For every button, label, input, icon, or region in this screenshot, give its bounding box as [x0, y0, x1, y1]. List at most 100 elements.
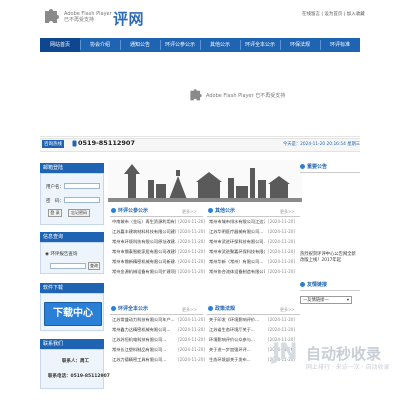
list-item-date: [2024-11-20]: [178, 249, 205, 254]
page: Adobe Flash Player 已不再受支持 评网 在线留言 | 设为首页…: [0, 0, 400, 400]
list-item[interactable]: 生态环境部关于发布...: [209, 357, 265, 363]
query-button[interactable]: 查询: [88, 262, 100, 270]
list-item[interactable]: 常州市鼎泰智能家居有限公司改建项目...: [112, 249, 176, 255]
list-item-date: [2024-11-20]: [268, 269, 295, 274]
contact-person: 联系人：周工: [62, 359, 89, 364]
list-item-date: [2024-11-20]: [178, 347, 205, 352]
forgot-password-button[interactable]: 忘记密码: [68, 209, 90, 217]
list-item-date: [2024-11-20]: [178, 357, 205, 362]
list-item[interactable]: 环境影响评价公众参与...: [209, 337, 265, 343]
notice-text[interactable]: 热烈祝贺环评中心公告网全新改版上线！2017年起: [300, 252, 360, 264]
bullet-icon: [208, 208, 213, 213]
hotline-label: 咨询热线: [42, 140, 64, 148]
top-links[interactable]: 在线留言 | 设为首页 | 加入收藏: [302, 11, 365, 17]
nav-item-eia-public[interactable]: 环评公参公示: [160, 38, 200, 52]
contact-box: [40, 349, 104, 389]
password-field[interactable]: [64, 197, 100, 203]
download-box-title: 软件下载: [40, 283, 104, 293]
section-title: 其他公示: [215, 208, 236, 214]
list-item[interactable]: 江苏力德精密工具有限公司...: [112, 357, 176, 363]
watermark-subtext: 网上排行 · 来访一次 · 自动收录: [306, 364, 390, 371]
nav-item-eia-full[interactable]: 环评全本公示: [240, 38, 280, 52]
banner-flash-message: Adobe Flash Player 已不再受支持: [206, 93, 286, 99]
nav-item-notice[interactable]: 通知公告: [120, 38, 160, 52]
list-item[interactable]: 常州金源机械设备有限公司扩建项目...: [112, 269, 176, 275]
list-item[interactable]: 常州市武进环保科技有限公司...: [209, 239, 265, 245]
bullet-icon: [300, 164, 305, 169]
phone-icon: [72, 140, 77, 147]
list-item[interactable]: 江苏苏恒机电科技有限公司...: [112, 337, 176, 343]
list-item[interactable]: 常州市环境科技有限公司原址改建...: [112, 239, 176, 245]
bullet-icon: [300, 282, 305, 287]
list-item-date: [2024-11-20]: [268, 317, 295, 322]
more-link[interactable]: 更多>>: [280, 209, 295, 215]
bullet-icon: [111, 208, 116, 213]
puzzle-plugin-icon: [190, 89, 202, 101]
list-item[interactable]: 江苏省生态环境厅关于...: [209, 327, 265, 333]
list-item[interactable]: 常州市武进聚嘉环保科技有限公司...: [209, 249, 265, 255]
list-item[interactable]: 常州协合流体设备制造有限公司...: [209, 269, 265, 275]
more-link[interactable]: 更多>>: [182, 209, 197, 215]
main-nav: 网站首页 协会介绍 通知公告 环评公参公示 其他公示 环评全本公示 环保法规 环…: [40, 38, 360, 53]
list-item-date: [2024-11-20]: [178, 269, 205, 274]
watermark-logo: JN: [272, 340, 298, 365]
query-option-label: 环评报告查询: [50, 252, 78, 257]
list-item[interactable]: 常州鑫力达精密机械有限公司...: [112, 327, 176, 333]
more-link[interactable]: 更多>>: [280, 307, 295, 313]
list-item[interactable]: 关于进一步加强环评...: [209, 347, 265, 353]
query-box-title: 信息查询: [40, 232, 104, 242]
nav-item-other-public[interactable]: 其他公示: [200, 38, 240, 52]
list-item-date: [2024-11-20]: [268, 229, 295, 234]
watermark-text: 自动秒收录: [306, 345, 382, 363]
list-item[interactable]: 江苏常盛动力科技有限公司年产...: [112, 317, 176, 323]
list-item[interactable]: 关于印发《环境影响评价...: [209, 317, 265, 323]
links-title: 友情链接: [307, 282, 328, 288]
list-item-date: [2024-11-20]: [178, 219, 205, 224]
list-item[interactable]: 江苏嘉丰建筑材料科技有限公司建设项...: [112, 229, 176, 235]
list-item-date: [2024-11-20]: [178, 327, 205, 332]
list-item[interactable]: 常州长江塑料制品有限公司...: [112, 347, 176, 353]
more-link[interactable]: 更多>>: [182, 307, 197, 313]
list-item[interactable]: 中南城市（金坛）再生资源利用有限公...: [112, 219, 176, 225]
query-option-radio[interactable]: ◉ 环评报告查询: [45, 251, 77, 257]
list-item-date: [2024-11-20]: [178, 239, 205, 244]
nav-item-regulations[interactable]: 环保法规: [280, 38, 320, 52]
login-button[interactable]: 登 录: [48, 209, 62, 217]
list-item[interactable]: 常州市城市排水有限公司江边污...: [209, 219, 265, 225]
list-item-date: [2024-11-20]: [178, 229, 205, 234]
nav-item-home[interactable]: 网站首页: [40, 38, 80, 53]
bullet-icon: [208, 306, 213, 311]
city-skyline-image: [108, 160, 302, 202]
download-center-button[interactable]: 下载中心: [44, 302, 102, 326]
nav-item-about[interactable]: 协会介绍: [80, 38, 120, 52]
bullet-icon: [111, 306, 116, 311]
list-item-date: [2024-11-20]: [178, 259, 205, 264]
username-label: 用户名：: [46, 185, 64, 190]
section-title: 环评公参公示: [118, 208, 149, 214]
site-logo[interactable]: 评网: [113, 8, 144, 29]
list-item-date: [2024-11-20]: [178, 317, 205, 322]
notice-title: 重要公告: [307, 164, 328, 170]
nav-item-standards[interactable]: 环评标准: [320, 38, 360, 52]
section-title: 政策法规: [215, 306, 236, 312]
list-item-date: [2024-11-20]: [268, 249, 295, 254]
notice-box-title: 重要公告: [300, 162, 360, 173]
list-item[interactable]: 常州华新（常州）有限公司...: [209, 259, 265, 265]
list-item[interactable]: 江苏华明医疗器械有限公司...: [209, 229, 265, 235]
chevron-down-icon: ▾: [346, 298, 349, 303]
list-item-date: [2024-11-20]: [268, 327, 295, 332]
friend-links-select-value: —友情链接—: [303, 298, 329, 303]
list-item[interactable]: 常州市鼎新精密机械有限公司新建...: [112, 259, 176, 265]
login-box-title: 邮箱登陆: [40, 163, 104, 173]
contact-phone: 联系电话：0519-85112907: [48, 374, 110, 379]
query-input[interactable]: [50, 263, 86, 269]
list-item-date: [2024-11-20]: [268, 259, 295, 264]
puzzle-plugin-icon: [45, 9, 59, 23]
password-label: 密 码：: [46, 199, 64, 204]
username-field[interactable]: [64, 183, 100, 189]
list-item-date: [2024-11-20]: [268, 219, 295, 224]
list-item-date: [2024-11-20]: [268, 239, 295, 244]
links-box-title: 友情链接: [300, 280, 360, 291]
section-title: 环评全本公示: [118, 306, 149, 312]
friend-links-select[interactable]: —友情链接— ▾: [300, 296, 352, 304]
